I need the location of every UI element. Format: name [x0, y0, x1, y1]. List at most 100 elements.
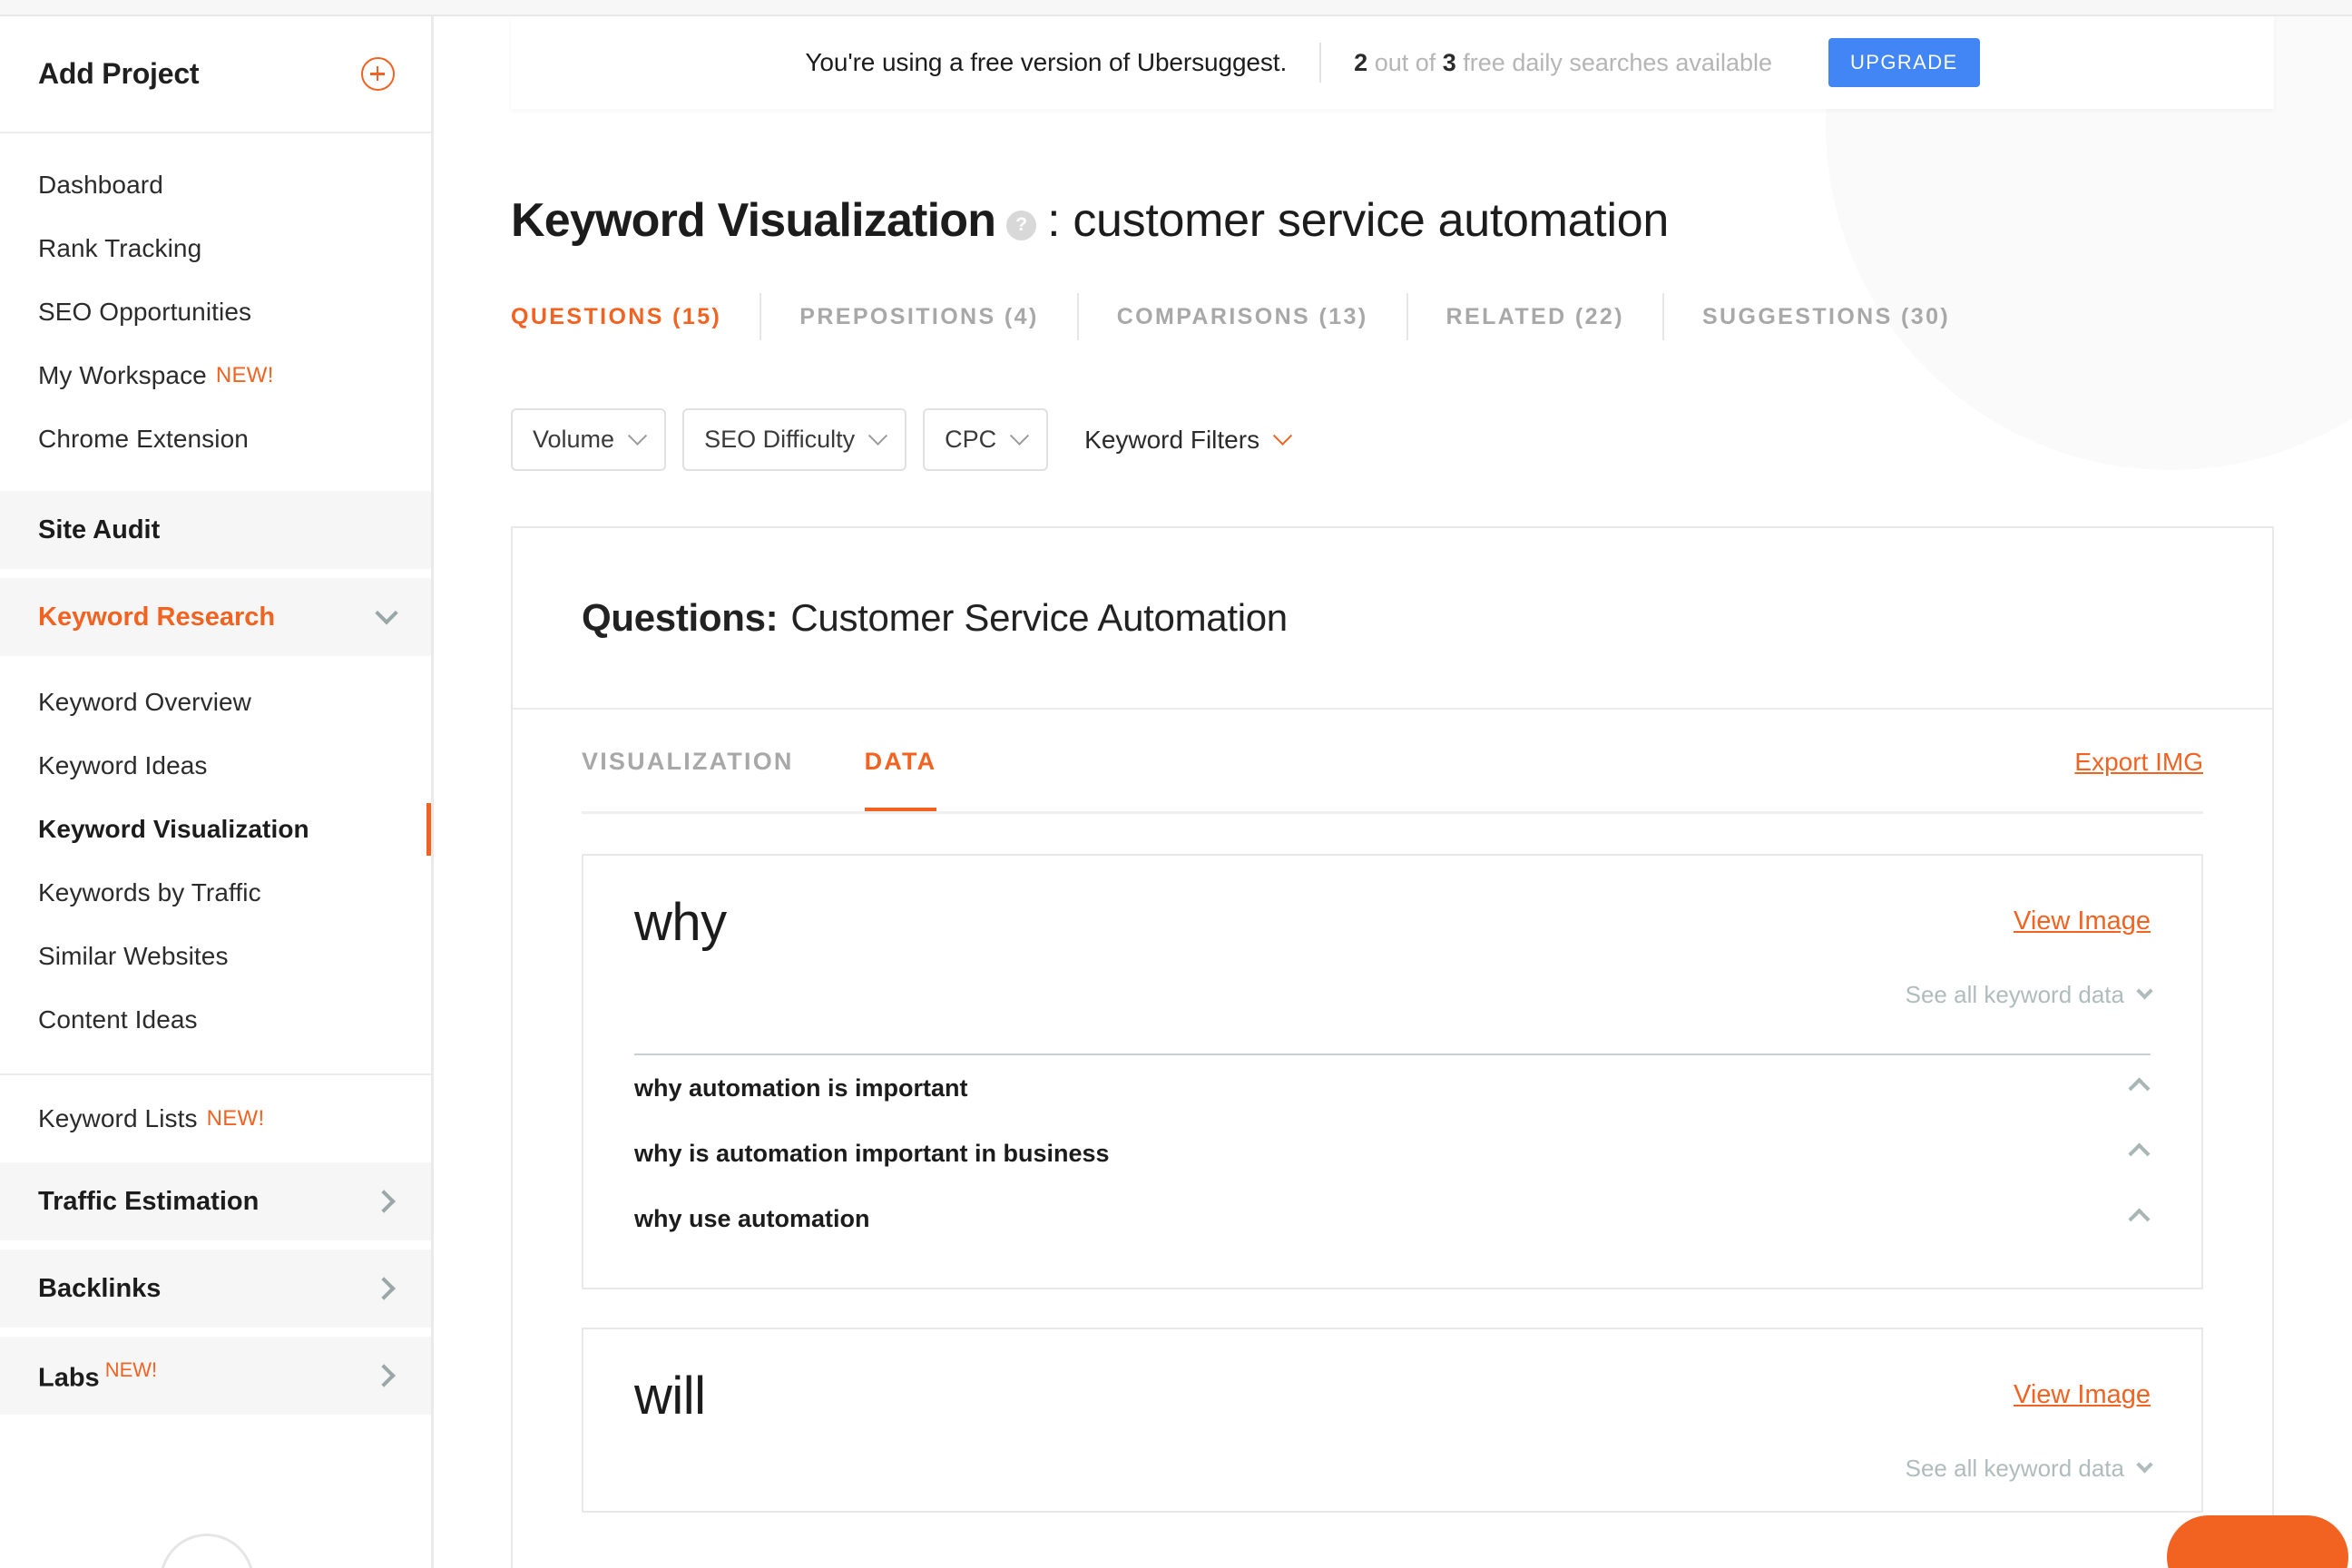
sidebar-item-seo-opportunities[interactable]: SEO Opportunities — [0, 280, 431, 344]
sidebar-item-keyword-ideas[interactable]: Keyword Ideas — [0, 734, 431, 798]
chevron-right-icon[interactable] — [372, 1277, 396, 1300]
sidebar-section-traffic-estimation[interactable]: Traffic Estimation — [0, 1162, 431, 1240]
sidebar-item-rank-tracking[interactable]: Rank Tracking — [0, 217, 431, 280]
panel-title-light: Customer Service Automation — [790, 596, 1288, 639]
nav-gap — [0, 471, 431, 491]
section-gap — [0, 1328, 431, 1337]
new-badge: NEW! — [215, 363, 274, 387]
banner-quota: 2 out of 3 free daily searches available — [1354, 49, 1772, 77]
tab-questions[interactable]: QUESTIONS (15) — [511, 304, 760, 330]
sidebar-section-label: Backlinks — [38, 1273, 162, 1303]
sidebar-item-my-workspace[interactable]: My Workspace NEW! — [0, 344, 431, 407]
chevron-up-icon[interactable] — [2128, 1207, 2151, 1230]
banner-message: You're using a free version of Ubersugge… — [805, 48, 1288, 76]
page-title-keyword: customer service automation — [1073, 194, 1669, 247]
filter-label: SEO Difficulty — [704, 426, 856, 453]
app-root: Add Project Dashboard Rank Tracking SEO … — [0, 0, 2352, 1568]
banner-divider — [1319, 43, 1322, 83]
sidebar-section-labs[interactable]: Labs NEW! — [0, 1337, 431, 1415]
sidebar-item-label: Keyword Overview — [38, 688, 252, 716]
panel-title-strong: Questions: — [582, 596, 779, 639]
keyword-text: why use automation — [634, 1204, 870, 1232]
keyword-card-header: why View Image See all keyword data — [583, 856, 2201, 1037]
view-image-link[interactable]: View Image — [2014, 906, 2151, 936]
chevron-up-icon[interactable] — [2128, 1142, 2151, 1165]
keyword-filters-label: Keyword Filters — [1084, 425, 1260, 454]
tab-data[interactable]: DATA — [864, 710, 937, 814]
sidebar-item-dashboard[interactable]: Dashboard — [0, 153, 431, 217]
sidebar-item-label: Content Ideas — [38, 1005, 198, 1034]
chevron-down-icon — [2136, 1456, 2153, 1474]
see-all-keyword-data-toggle[interactable]: See all keyword data — [1906, 981, 2153, 1009]
keyword-row-list: why automation is important why is autom… — [583, 1055, 2201, 1288]
export-img-link[interactable]: Export IMG — [2074, 748, 2203, 777]
sidebar-section-label: Traffic Estimation — [38, 1186, 260, 1216]
filter-cpc[interactable]: CPC — [923, 408, 1049, 471]
keyword-filters-toggle[interactable]: Keyword Filters — [1084, 425, 1293, 455]
view-image-link[interactable]: View Image — [2014, 1380, 2151, 1410]
sidebar-item-label: My Workspace — [38, 361, 207, 389]
add-project-row[interactable]: Add Project — [0, 16, 431, 133]
sidebar-section-label: Keyword Research — [38, 602, 276, 632]
filter-bar: Volume SEO Difficulty CPC Keyword Filter… — [511, 408, 1293, 471]
keyword-text: why is automation important in business — [634, 1139, 1110, 1167]
help-icon[interactable]: ? — [1006, 210, 1037, 240]
free-version-banner: You're using a free version of Ubersugge… — [511, 16, 2274, 109]
sidebar-item-keywords-by-traffic[interactable]: Keywords by Traffic — [0, 861, 431, 925]
results-panel: Questions: Customer Service Automation VI… — [511, 526, 2274, 1568]
panel-tabs-rule — [582, 811, 2203, 814]
add-project-label: Add Project — [38, 57, 200, 90]
panel-tabs: VISUALIZATION DATA Export IMG — [513, 710, 2272, 814]
sidebar-section-label-wrap: Labs NEW! — [38, 1358, 157, 1394]
tab-suggestions[interactable]: SUGGESTIONS (30) — [1664, 304, 1988, 330]
chevron-up-icon[interactable] — [2128, 1076, 2151, 1100]
new-badge: NEW! — [104, 1357, 158, 1381]
section-gap — [0, 1240, 431, 1250]
sidebar-item-chrome-extension[interactable]: Chrome Extension — [0, 407, 431, 471]
chevron-down-icon — [2136, 983, 2153, 1000]
chevron-right-icon[interactable] — [372, 1190, 396, 1213]
quota-suffix: free daily searches available — [1455, 48, 1772, 76]
keyword-card-will: will View Image See all keyword data — [582, 1328, 2203, 1513]
sidebar-section-backlinks[interactable]: Backlinks — [0, 1250, 431, 1328]
sidebar-item-label: Dashboard — [38, 171, 163, 199]
sidebar-section-label: Site Audit — [38, 514, 161, 544]
sidebar-item-label: Similar Websites — [38, 942, 229, 970]
filter-seo-difficulty[interactable]: SEO Difficulty — [682, 408, 907, 471]
keyword-card-why: why View Image See all keyword data why … — [582, 854, 2203, 1289]
sidebar-item-keyword-overview[interactable]: Keyword Overview — [0, 671, 431, 734]
chevron-down-icon — [868, 426, 888, 446]
table-row[interactable]: why is automation important in business — [634, 1121, 2151, 1186]
sidebar-item-content-ideas[interactable]: Content Ideas — [0, 988, 431, 1052]
tab-prepositions[interactable]: PREPOSITIONS (4) — [761, 304, 1076, 330]
upgrade-button[interactable]: UPGRADE — [1828, 38, 1980, 87]
top-chrome-strip — [0, 0, 2352, 16]
sidebar-keyword-research-items: Keyword Overview Keyword Ideas Keyword V… — [0, 656, 431, 1052]
tab-visualization[interactable]: VISUALIZATION — [582, 710, 794, 814]
chevron-right-icon[interactable] — [372, 1364, 396, 1387]
sidebar-item-keyword-lists[interactable]: Keyword Lists NEW! — [0, 1075, 431, 1162]
sidebar-item-keyword-visualization[interactable]: Keyword Visualization — [0, 798, 431, 861]
table-row[interactable]: why automation is important — [634, 1055, 2151, 1121]
sidebar-section-label: Labs — [38, 1363, 100, 1393]
filter-label: Volume — [533, 426, 615, 453]
help-fab-button[interactable] — [2167, 1515, 2348, 1568]
panel-header: Questions: Customer Service Automation — [513, 528, 2272, 710]
page-title: Keyword Visualization ? : customer servi… — [511, 193, 1669, 248]
sidebar-item-similar-websites[interactable]: Similar Websites — [0, 925, 431, 988]
sidebar-item-label: Keyword Visualization — [38, 815, 309, 843]
plus-circle-icon[interactable] — [361, 57, 395, 91]
table-row[interactable]: why use automation — [634, 1186, 2151, 1251]
sidebar-item-label: Keyword Ideas — [38, 751, 208, 779]
filter-volume[interactable]: Volume — [511, 408, 667, 471]
sidebar-section-keyword-research[interactable]: Keyword Research — [0, 578, 431, 656]
chevron-down-icon[interactable] — [375, 602, 398, 625]
quota-mid: out of — [1367, 48, 1443, 76]
tab-comparisons[interactable]: COMPARISONS (13) — [1079, 304, 1406, 330]
sidebar-section-site-audit[interactable]: Site Audit — [0, 491, 431, 569]
tab-related[interactable]: RELATED (22) — [1408, 304, 1662, 330]
avatar[interactable] — [160, 1534, 254, 1568]
sidebar-item-label: Keywords by Traffic — [38, 878, 261, 906]
see-all-keyword-data-toggle[interactable]: See all keyword data — [1906, 1455, 2153, 1483]
keyword-type-tabs: QUESTIONS (15) PREPOSITIONS (4) COMPARIS… — [511, 293, 1988, 340]
